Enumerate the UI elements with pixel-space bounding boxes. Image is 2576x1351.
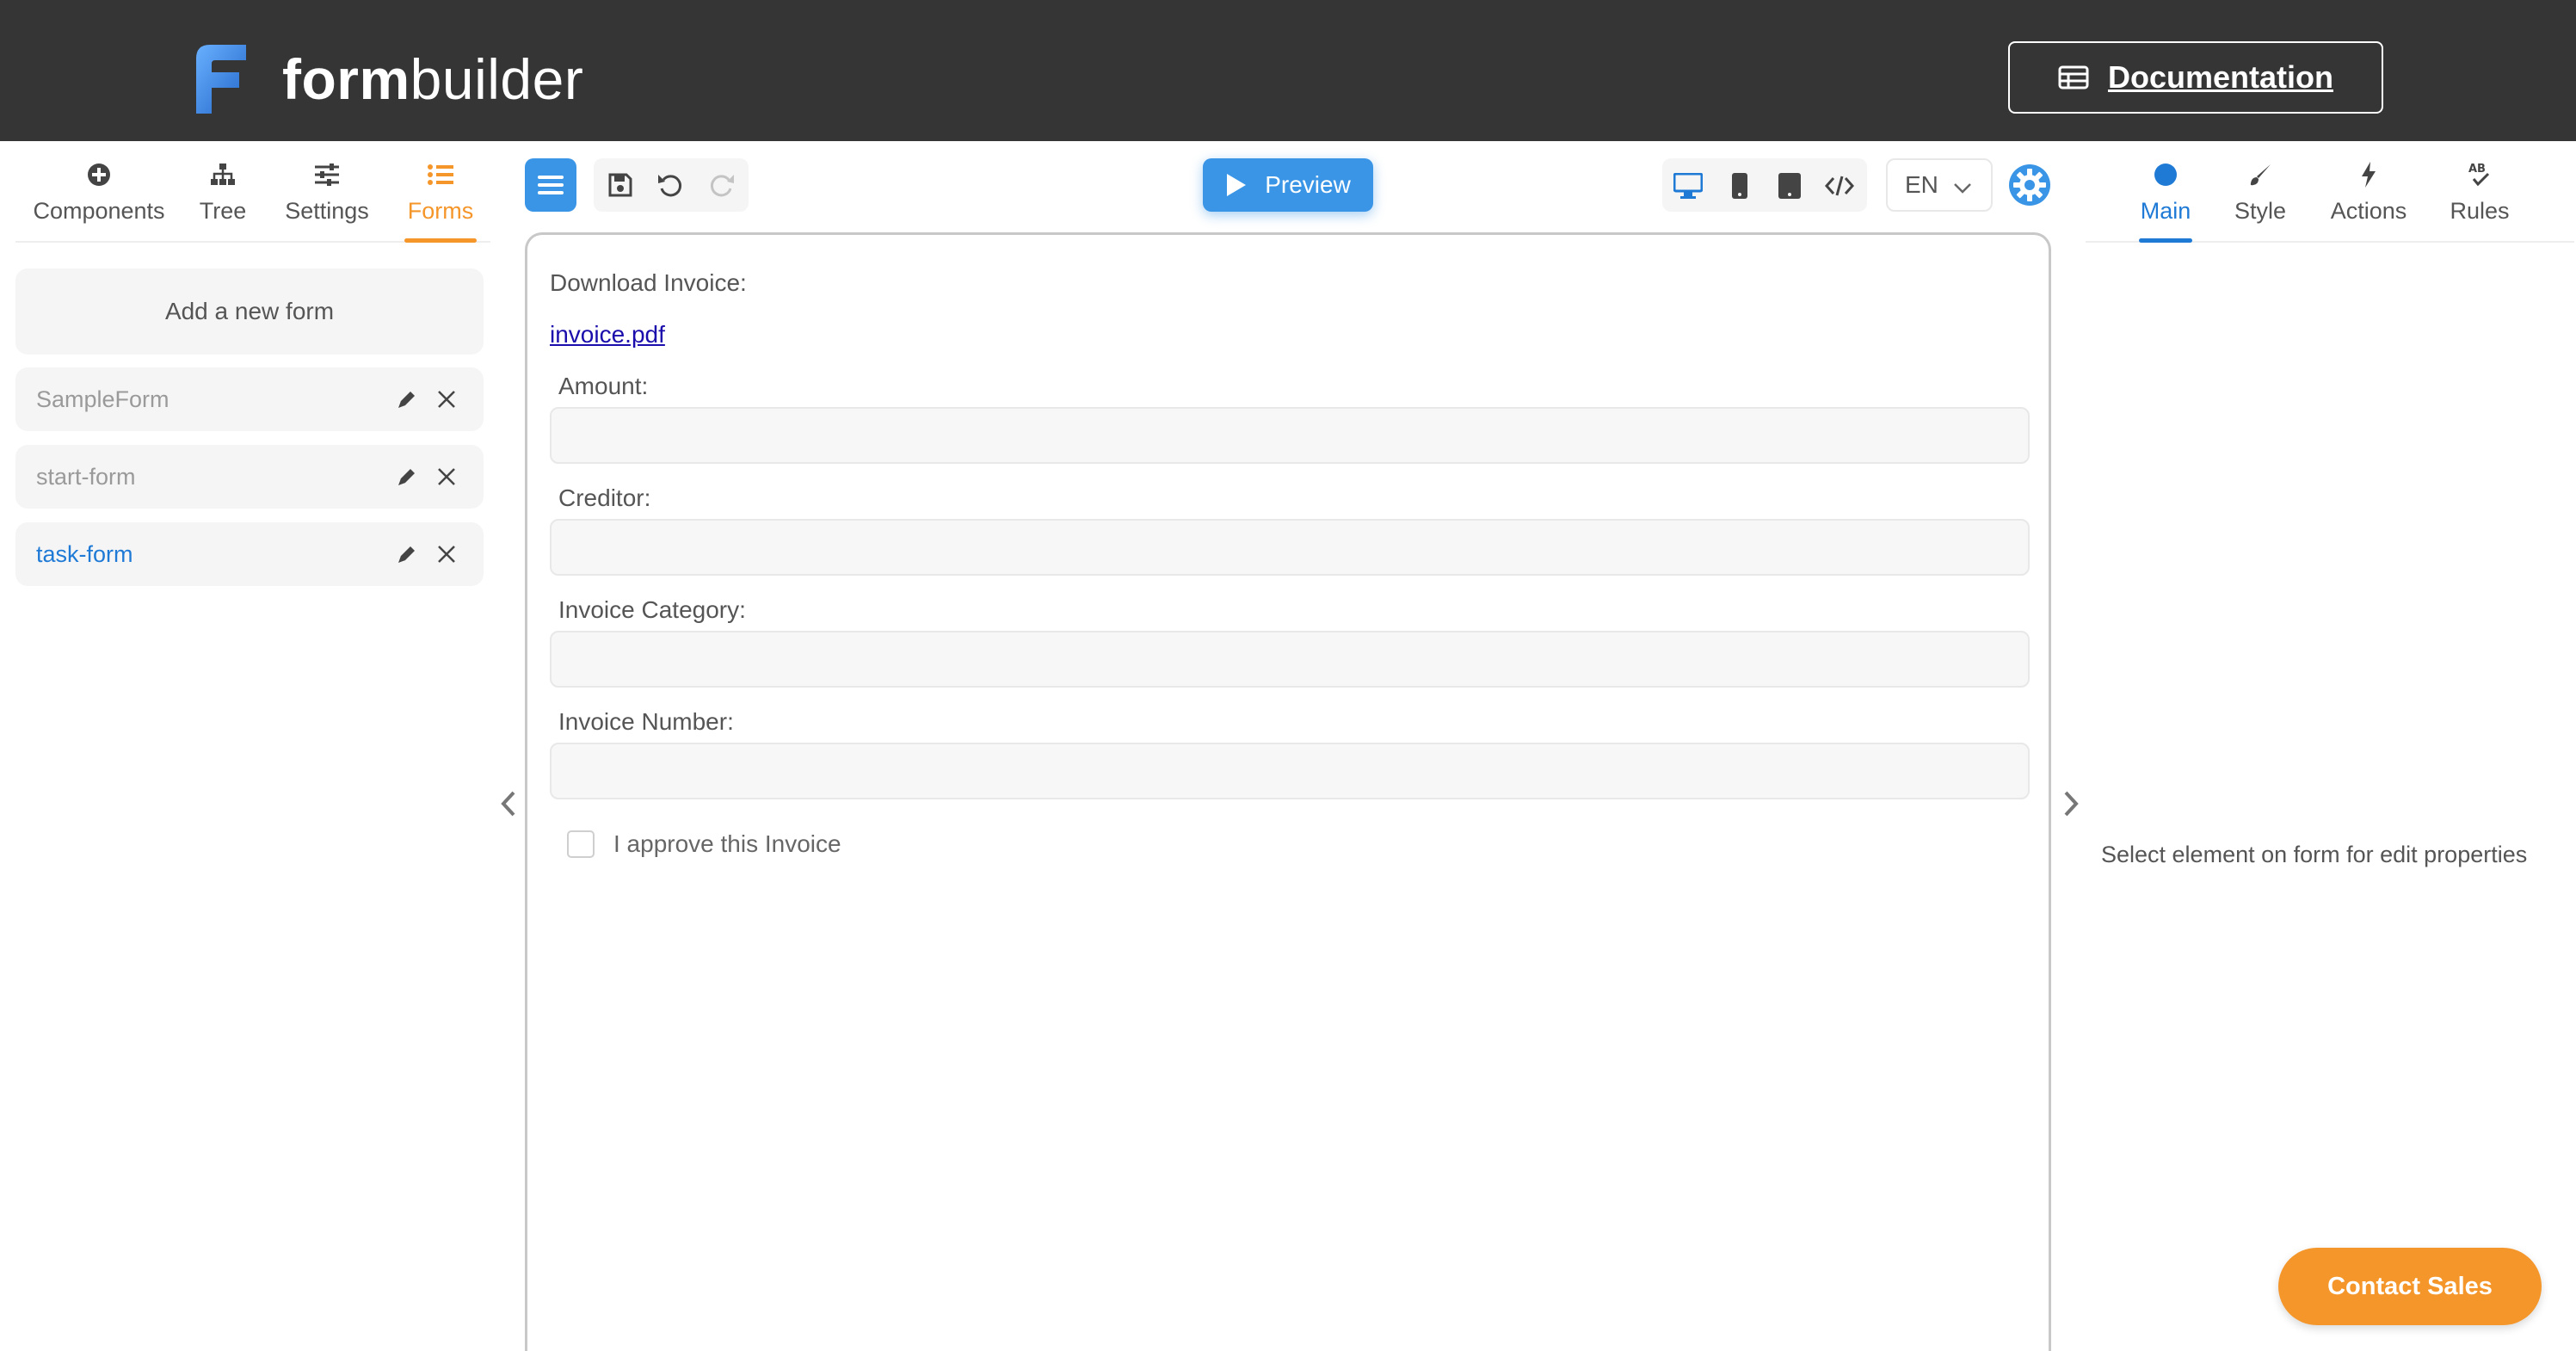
right-panel-tabs: Main Style Actions AB Rules — [2086, 155, 2574, 243]
form-canvas[interactable]: Download Invoice: invoice.pdf Amount: Cr… — [525, 232, 2051, 1351]
edit-pen-icon[interactable] — [394, 464, 420, 490]
formbuilder-logo-icon[interactable] — [189, 43, 250, 114]
form-item-start-form[interactable]: start-form — [15, 445, 484, 509]
download-invoice-label: Download Invoice: — [550, 269, 747, 296]
list-icon — [428, 164, 453, 185]
tab-tree-label: Tree — [199, 198, 247, 224]
invoice-category-label: Invoice Category: — [558, 596, 746, 623]
invoice-number-label: Invoice Number: — [558, 708, 734, 735]
creditor-input[interactable] — [550, 519, 2030, 576]
left-panel-tabs: Components Tree Settings Forms — [15, 155, 490, 243]
tab-settings[interactable]: Settings — [282, 155, 372, 241]
tab-rules[interactable]: AB Rules — [2447, 155, 2512, 241]
documentation-label: Documentation — [2107, 59, 2333, 95]
edit-toolbar — [594, 158, 749, 212]
edit-pen-icon[interactable] — [394, 386, 420, 412]
hamburger-icon — [538, 176, 564, 194]
tab-components-label: Components — [33, 198, 165, 224]
documentation-button[interactable]: Documentation — [2008, 41, 2383, 114]
tab-rules-label: Rules — [2450, 198, 2510, 224]
tab-components[interactable]: Components — [29, 155, 169, 241]
form-item-label: start-form — [36, 463, 136, 490]
language-value: EN — [1905, 171, 1938, 198]
play-icon — [1227, 174, 1247, 196]
tab-main[interactable]: Main — [2139, 155, 2192, 243]
sitemap-icon — [211, 163, 235, 185]
sliders-icon — [315, 163, 339, 186]
add-new-form-button[interactable]: Add a new form — [15, 268, 484, 355]
properties-hint: Select element on form for edit properti… — [2101, 842, 2528, 867]
delete-x-icon[interactable] — [434, 541, 459, 567]
brush-icon — [2250, 164, 2271, 186]
menu-toggle-button[interactable] — [525, 158, 576, 212]
invoice-category-input[interactable] — [550, 631, 2030, 688]
collapse-right-panel-chevron-icon[interactable] — [2058, 787, 2084, 821]
tab-main-label: Main — [2140, 198, 2191, 224]
top-header: formbuilder Documentation — [0, 0, 2576, 141]
code-icon[interactable] — [1824, 170, 1855, 201]
ab-check-icon: AB — [2468, 163, 2490, 187]
redo-icon[interactable] — [707, 170, 736, 200]
delete-x-icon[interactable] — [434, 386, 459, 412]
delete-x-icon[interactable] — [434, 464, 459, 490]
tab-actions[interactable]: Actions — [2328, 155, 2409, 241]
chevron-down-icon — [1953, 176, 1972, 203]
tab-style-label: Style — [2234, 198, 2287, 224]
gear-icon[interactable] — [2008, 163, 2051, 207]
tab-actions-label: Actions — [2330, 198, 2407, 224]
desktop-icon[interactable] — [1673, 170, 1704, 201]
svg-text:AB: AB — [2468, 163, 2486, 176]
preview-label: Preview — [1265, 171, 1351, 198]
undo-icon[interactable] — [656, 170, 685, 200]
invoice-number-input[interactable] — [550, 743, 2030, 799]
mobile-icon[interactable] — [1724, 170, 1755, 201]
approve-invoice-checkbox[interactable] — [567, 830, 595, 858]
form-item-label: task-form — [36, 540, 133, 567]
bolt-icon — [2362, 162, 2376, 188]
approve-invoice-label: I approve this Invoice — [613, 830, 841, 857]
table-icon — [2058, 65, 2089, 89]
language-select[interactable]: EN — [1886, 158, 1993, 212]
amount-label: Amount: — [558, 373, 649, 399]
creditor-label: Creditor: — [558, 484, 651, 511]
preview-button[interactable]: Preview — [1203, 158, 1373, 212]
tab-forms-label: Forms — [407, 198, 474, 224]
app-logo-text[interactable]: formbuilder — [282, 45, 583, 114]
form-item-sampleform[interactable]: SampleForm — [15, 367, 484, 431]
tablet-icon[interactable] — [1774, 170, 1805, 201]
collapse-left-panel-chevron-icon[interactable] — [496, 787, 521, 821]
contact-sales-button[interactable]: Contact Sales — [2278, 1248, 2542, 1325]
form-item-task-form[interactable]: task-form — [15, 522, 484, 586]
plus-circle-icon — [88, 163, 110, 186]
tab-forms[interactable]: Forms — [404, 155, 477, 243]
invoice-download-link[interactable]: invoice.pdf — [550, 321, 665, 349]
tab-settings-label: Settings — [285, 198, 369, 224]
amount-input[interactable] — [550, 407, 2030, 464]
tab-style[interactable]: Style — [2232, 155, 2289, 241]
save-icon[interactable] — [606, 170, 635, 200]
tab-tree[interactable]: Tree — [196, 155, 250, 241]
circle-icon — [2154, 163, 2177, 186]
form-item-label: SampleForm — [36, 386, 169, 412]
edit-pen-icon[interactable] — [394, 541, 420, 567]
device-switcher — [1662, 158, 1867, 212]
